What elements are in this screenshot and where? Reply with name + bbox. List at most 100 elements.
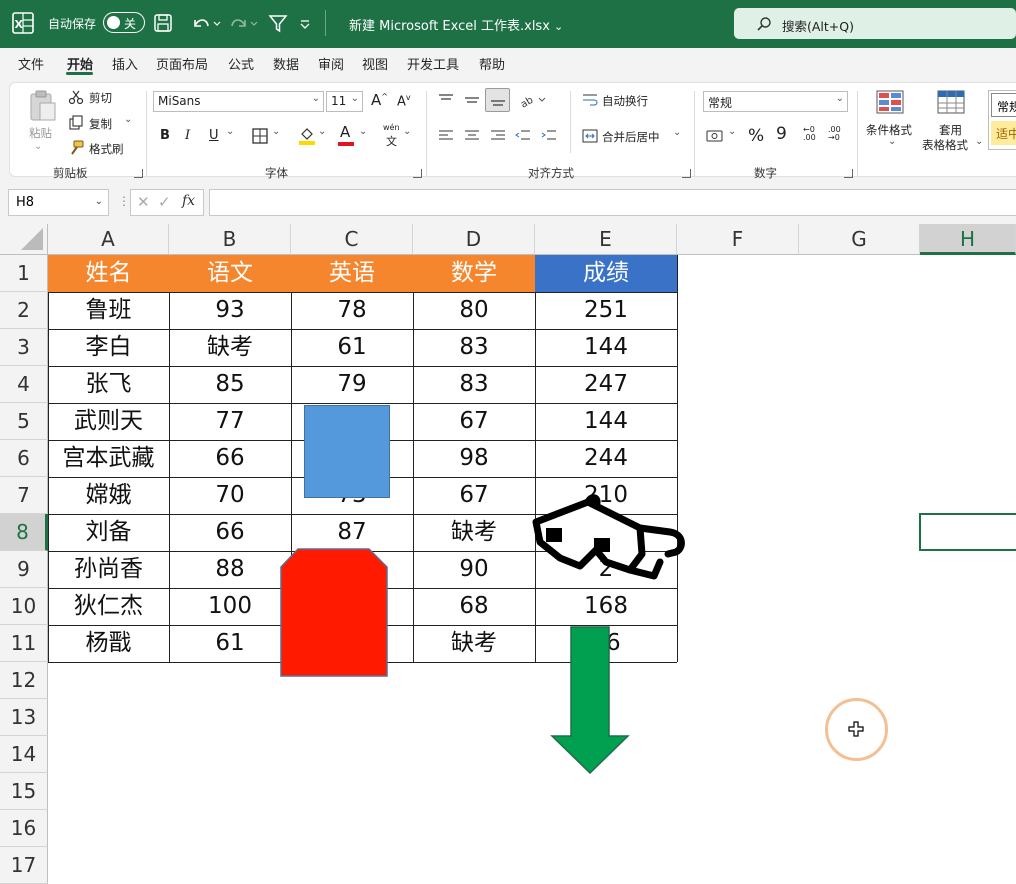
format-as-table-icon[interactable] xyxy=(937,90,967,116)
cut-icon[interactable] xyxy=(68,89,84,105)
accounting-format-icon[interactable] xyxy=(706,128,726,144)
table-cell-a11[interactable]: 杨戬 xyxy=(48,625,169,662)
table-cell-b2[interactable]: 93 xyxy=(169,292,291,329)
header-cell-d[interactable]: 数学 xyxy=(413,255,535,292)
align-top-icon[interactable] xyxy=(438,93,454,107)
table-cell-a10[interactable]: 狄仁杰 xyxy=(48,588,169,625)
table-cell-a2[interactable]: 鲁班 xyxy=(48,292,169,329)
table-cell-b10[interactable]: 100 xyxy=(169,588,291,625)
format-painter-icon[interactable] xyxy=(68,140,84,156)
filter-icon[interactable] xyxy=(268,12,288,34)
percent-button[interactable]: % xyxy=(748,126,764,146)
cell-style-neutral[interactable]: 适中 xyxy=(991,121,1016,145)
table-cell-d3[interactable]: 83 xyxy=(413,329,535,366)
table-cell-e4[interactable]: 247 xyxy=(535,366,677,403)
bold-button[interactable]: B xyxy=(160,128,170,143)
table-cell-a6[interactable]: 宫本武藏 xyxy=(48,440,169,477)
table-cell-b5[interactable]: 77 xyxy=(169,403,291,440)
tab-home[interactable]: 开始 xyxy=(67,54,93,73)
align-bottom-button[interactable] xyxy=(485,88,510,112)
clipboard-launcher-icon[interactable] xyxy=(134,169,143,178)
3d-glasses-icon[interactable] xyxy=(530,492,688,596)
cancel-formula-icon[interactable]: ✕ xyxy=(137,193,150,211)
fill-color-chevron-icon[interactable]: ⌄ xyxy=(318,126,326,137)
row-header-15[interactable]: 15 xyxy=(0,773,48,810)
wrap-text-label[interactable]: 自动换行 xyxy=(602,93,648,109)
row-header-2[interactable]: 2 xyxy=(0,292,48,329)
font-color-button[interactable]: A xyxy=(340,123,350,141)
excel-logo-icon[interactable]: X xyxy=(12,12,34,34)
worksheet-grid[interactable]: A B C D E F G H 1 2 3 4 5 6 7 8 9 10 11 … xyxy=(0,224,1016,884)
autosave-toggle[interactable]: 关 xyxy=(103,12,145,33)
conditional-format-chevron-icon[interactable]: ⌄ xyxy=(888,136,896,147)
table-cell-a8[interactable]: 刘备 xyxy=(48,514,169,551)
align-middle-icon[interactable] xyxy=(464,93,480,107)
font-name-dropdown[interactable]: MiSans ⌄ xyxy=(153,91,324,112)
row-header-12[interactable]: 12 xyxy=(0,662,48,699)
column-header-a[interactable]: A xyxy=(48,224,169,255)
table-cell-a9[interactable]: 孙尚香 xyxy=(48,551,169,588)
increase-decimal-icon[interactable]: ←0.00 xyxy=(803,126,816,142)
search-box[interactable]: 搜索(Alt+Q) xyxy=(734,8,1016,39)
align-left-icon[interactable] xyxy=(438,129,454,143)
merge-center-icon[interactable] xyxy=(582,128,598,144)
table-cell-e5[interactable]: 144 xyxy=(535,403,677,440)
table-cell-c8[interactable]: 87 xyxy=(291,514,413,551)
decrease-indent-icon[interactable] xyxy=(515,129,531,143)
phonetic-button[interactable]: wén xyxy=(383,123,400,132)
borders-chevron-icon[interactable]: ⌄ xyxy=(272,126,280,137)
selected-cell-h8[interactable] xyxy=(919,513,1016,551)
row-header-1[interactable]: 1 xyxy=(0,255,48,292)
column-header-h[interactable]: H xyxy=(920,224,1016,255)
copy-label[interactable]: 复制 xyxy=(89,116,112,132)
row-header-4[interactable]: 4 xyxy=(0,366,48,403)
row-header-3[interactable]: 3 xyxy=(0,329,48,366)
row-header-11[interactable]: 11 xyxy=(0,625,48,662)
row-header-8[interactable]: 8 xyxy=(0,514,48,551)
number-launcher-icon[interactable] xyxy=(844,169,853,178)
table-cell-a7[interactable]: 嫦娥 xyxy=(48,477,169,514)
align-right-icon[interactable] xyxy=(490,129,506,143)
enter-formula-icon[interactable]: ✓ xyxy=(158,193,171,211)
header-cell-c[interactable]: 英语 xyxy=(291,255,413,292)
format-as-table-label-1[interactable]: 套用 xyxy=(939,122,962,138)
table-cell-e3[interactable]: 144 xyxy=(535,329,677,366)
name-box[interactable]: H8 ⌄ xyxy=(8,189,109,216)
merge-chevron-icon[interactable]: ⌄ xyxy=(673,127,681,138)
copy-icon[interactable] xyxy=(68,115,84,131)
row-header-17[interactable]: 17 xyxy=(0,847,48,884)
insert-function-button[interactable]: fx xyxy=(182,193,195,209)
conditional-format-icon[interactable] xyxy=(876,90,906,116)
paste-chevron-icon[interactable]: ⌄ xyxy=(34,141,42,152)
header-cell-e[interactable]: 成绩 xyxy=(535,255,677,292)
font-color-chevron-icon[interactable]: ⌄ xyxy=(359,126,367,137)
table-cell-e2[interactable]: 251 xyxy=(535,292,677,329)
down-arrow-shape[interactable] xyxy=(550,626,630,774)
table-cell-d10[interactable]: 68 xyxy=(413,588,535,625)
tab-help[interactable]: 帮助 xyxy=(479,54,505,73)
tab-file[interactable]: 文件 xyxy=(18,54,44,73)
table-cell-d2[interactable]: 80 xyxy=(413,292,535,329)
tab-view[interactable]: 视图 xyxy=(362,54,388,73)
tab-review[interactable]: 审阅 xyxy=(318,54,344,73)
row-header-5[interactable]: 5 xyxy=(0,403,48,440)
alignment-launcher-icon[interactable] xyxy=(682,169,691,178)
select-all-button[interactable] xyxy=(0,224,48,255)
document-title[interactable]: 新建 Microsoft Excel 工作表.xlsx ⌄ xyxy=(349,15,563,34)
paste-icon[interactable] xyxy=(28,89,58,123)
table-cell-d6[interactable]: 98 xyxy=(413,440,535,477)
column-header-c[interactable]: C xyxy=(291,224,413,255)
save-icon[interactable] xyxy=(153,12,173,34)
row-header-16[interactable]: 16 xyxy=(0,810,48,847)
comma-style-button[interactable]: 9 xyxy=(776,124,787,144)
number-format-dropdown[interactable]: 常规 ⌄ xyxy=(703,91,848,112)
red-snip-rectangle-shape[interactable] xyxy=(280,548,388,677)
table-cell-a3[interactable]: 李白 xyxy=(48,329,169,366)
tab-formulas[interactable]: 公式 xyxy=(228,54,254,73)
tab-data[interactable]: 数据 xyxy=(273,54,299,73)
orientation-icon[interactable]: ab xyxy=(519,91,547,109)
column-header-g[interactable]: G xyxy=(799,224,920,255)
paste-label[interactable]: 粘贴 xyxy=(29,125,52,141)
font-size-dropdown[interactable]: 11 ⌄ xyxy=(326,91,363,112)
borders-icon[interactable] xyxy=(252,128,268,144)
